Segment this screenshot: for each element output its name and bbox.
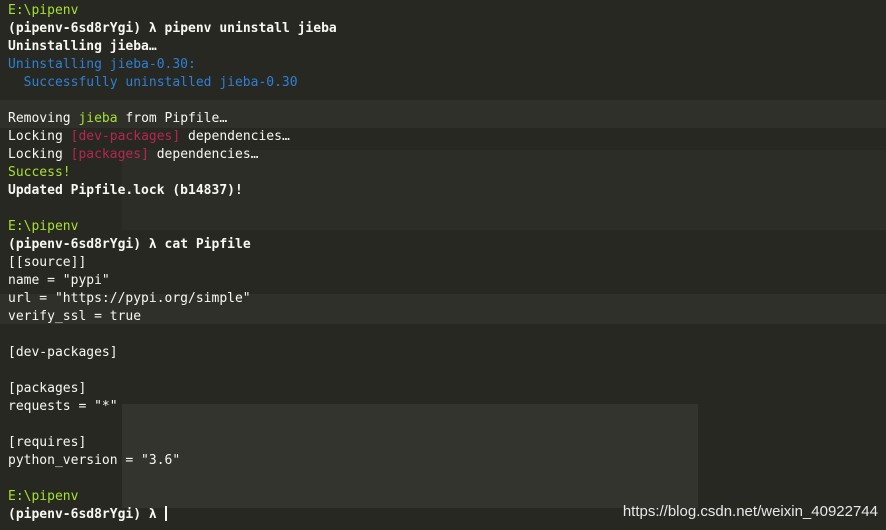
terminal-window[interactable]: E:\pipenv (pipenv-6sd8rYgi) λ pipenv uni… [0,0,886,530]
output-text: dependencies… [148,147,259,162]
section-name: [packages] [70,147,149,162]
pipfile-line: url = "https://pypi.org/simple" [8,291,251,306]
output-line-info: Uninstalling jieba-0.30: [8,57,196,72]
output-line-info: Successfully uninstalled jieba-0.30 [8,75,298,90]
prompt-env: (pipenv-6sd8rYgi) λ [8,237,165,252]
pipfile-line: requests = "*" [8,399,118,414]
output-line-success: Success! [8,165,71,180]
command-line: (pipenv-6sd8rYgi) λ cat Pipfile [8,236,337,254]
terminal-output: E:\pipenv (pipenv-6sd8rYgi) λ pipenv uni… [8,2,337,524]
command-input-line[interactable]: (pipenv-6sd8rYgi) λ [8,506,337,524]
output-line: Uninstalling jieba… [8,39,157,54]
output-text: dependencies… [180,129,290,144]
output-text: from Pipfile… [117,111,228,126]
prompt-env: (pipenv-6sd8rYgi) λ [8,21,165,36]
pipfile-line: verify_ssl = true [8,309,142,324]
pipfile-line: name = "pypi" [8,273,110,288]
output-text: Locking [8,129,71,144]
output-line: Locking [dev-packages] dependencies… [8,128,337,146]
pipfile-line: [[source]] [8,255,87,270]
command-text: cat Pipfile [164,237,251,252]
pipfile-line: [dev-packages] [8,345,118,360]
command-line: (pipenv-6sd8rYgi) λ pipenv uninstall jie… [8,20,337,38]
prompt-env: (pipenv-6sd8rYgi) λ [8,507,165,522]
pipfile-line: python_version = "3.6" [8,453,181,468]
output-line: Locking [packages] dependencies… [8,146,337,164]
prompt-path: E:\pipenv [8,219,79,234]
pipfile-line: [packages] [8,381,87,396]
section-name: [dev-packages] [70,129,181,144]
text-cursor[interactable] [164,506,167,521]
output-line: Removing jieba from Pipfile… [8,110,337,128]
pipfile-line [8,362,337,380]
watermark-url: https://blog.csdn.net/weixin_40922744 [622,503,878,520]
package-name: jieba [78,111,118,126]
prompt-path: E:\pipenv [8,489,79,504]
prompt-path: E:\pipenv [8,3,79,18]
output-line: Updated Pipfile.lock (b14837)! [8,183,243,198]
pipfile-line [8,416,337,434]
output-text: Removing [8,111,79,126]
pipfile-line [8,326,337,344]
command-text: pipenv uninstall jieba [164,21,337,36]
pipfile-line: [requires] [8,435,87,450]
output-text: Locking [8,147,71,162]
